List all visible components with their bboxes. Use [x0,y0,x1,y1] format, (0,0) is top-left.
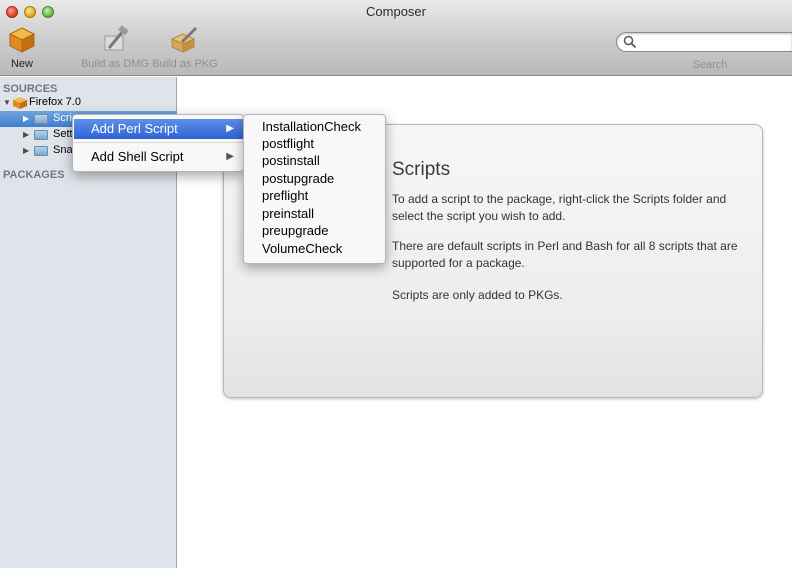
perl-script-submenu: InstallationCheck postflight postinstall… [243,114,386,264]
build-pkg-label: Build as PKG [152,58,218,70]
build-dmg-button[interactable]: Build as DMG [78,24,152,70]
build-pkg-button[interactable]: Build as PKG [148,24,222,70]
sidebar-item-label: Scri [53,112,72,124]
search-input[interactable] [616,32,792,52]
info-paragraph: Scripts are only added to PKGs. [392,288,563,302]
submenu-item-postflight[interactable]: postflight [262,136,314,153]
submenu-item-preupgrade[interactable]: preupgrade [262,223,329,240]
submenu-item-preflight[interactable]: preflight [262,188,308,205]
context-menu: Add Perl Script ▶ Add Shell Script ▶ [72,114,244,172]
search-label: Search [692,59,728,71]
menu-separator [73,142,243,143]
menu-item-label: Add Shell Script [91,149,184,164]
package-icon [13,97,27,109]
menu-item-label: Add Perl Script [91,121,178,136]
disclosure-closed-icon: ▶ [23,114,30,123]
submenu-item-postinstall[interactable]: postinstall [262,153,320,170]
search-icon [623,35,637,49]
folder-icon [34,130,48,140]
menu-item-add-perl-script[interactable]: Add Perl Script ▶ [74,119,244,139]
hammer-package-icon [170,26,198,53]
sidebar-item-label: Sna [53,144,73,156]
sidebar-item-label: Firefox 7.0 [29,96,81,108]
build-dmg-label: Build as DMG [81,58,149,70]
submenu-item-postupgrade[interactable]: postupgrade [262,171,334,188]
hammer-icon [104,25,129,51]
packages-header: PACKAGES [3,169,65,181]
submenu-item-preinstall[interactable]: preinstall [262,206,314,223]
sources-header: SOURCES [3,83,58,95]
disclosure-open-icon: ▼ [3,98,11,107]
submenu-item-installationcheck[interactable]: InstallationCheck [262,119,361,136]
sidebar-item-firefox[interactable]: ▼ Firefox 7.0 [0,95,177,111]
disclosure-closed-icon: ▶ [23,130,30,139]
info-paragraph: To add a script to the package, right-cl… [392,192,727,223]
menu-item-add-shell-script[interactable]: Add Shell Script ▶ [74,147,244,167]
new-label: New [10,58,33,70]
submenu-arrow-icon: ▶ [226,151,234,162]
disclosure-closed-icon: ▶ [23,146,30,155]
submenu-item-volumecheck[interactable]: VolumeCheck [262,241,342,258]
page-title: Scripts [392,159,451,180]
new-button[interactable]: New [6,24,38,70]
sidebar-item-label: Sett [53,128,73,140]
folder-icon [34,114,48,124]
window-title: Composer [366,4,426,19]
info-paragraph: There are default scripts in Perl and Ba… [392,239,738,270]
window-titlebar: Composer New Build as DMG Build as PKG S… [0,0,792,76]
submenu-arrow-icon: ▶ [226,123,234,134]
package-icon [8,27,36,53]
folder-icon [34,146,48,156]
